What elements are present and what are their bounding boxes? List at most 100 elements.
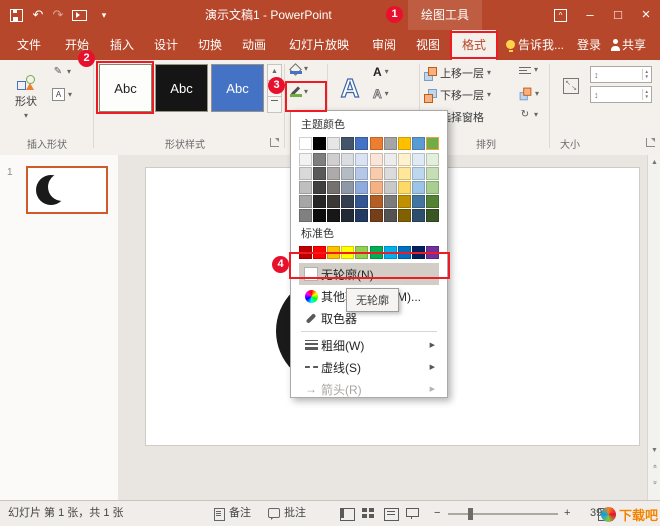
signin-button[interactable]: 登录 xyxy=(574,30,604,60)
shapes-button[interactable]: 形状 ▾ xyxy=(6,63,46,131)
tab-transitions[interactable]: 切换 xyxy=(190,30,230,60)
reading-view-button[interactable] xyxy=(384,508,399,521)
theme-color-variant-swatch[interactable] xyxy=(370,153,383,166)
theme-color-variant-swatch[interactable] xyxy=(398,195,411,208)
text-fill-button[interactable]: A ▾ xyxy=(373,66,389,78)
theme-color-variant-swatch[interactable] xyxy=(426,181,439,194)
theme-color-variant-swatch[interactable] xyxy=(341,167,354,180)
menu-item-weight[interactable]: 粗细(W) ▶ xyxy=(299,334,439,356)
theme-color-variant-swatch[interactable] xyxy=(341,209,354,222)
scroll-down-icon[interactable]: ▼ xyxy=(648,447,660,454)
theme-color-variant-swatch[interactable] xyxy=(355,209,368,222)
theme-color-variant-swatch[interactable] xyxy=(412,153,425,166)
vertical-scrollbar[interactable]: ▲ ▼ « » xyxy=(647,155,660,500)
theme-color-variant-swatch[interactable] xyxy=(313,167,326,180)
theme-color-swatch[interactable] xyxy=(426,137,439,150)
text-outline-button[interactable]: A ▾ xyxy=(373,88,389,100)
theme-color-variant-swatch[interactable] xyxy=(384,167,397,180)
theme-color-swatch[interactable] xyxy=(355,137,368,150)
theme-color-variant-swatch[interactable] xyxy=(384,209,397,222)
shape-style-thumb-2[interactable]: Abc xyxy=(155,64,208,112)
tab-slideshow[interactable]: 幻灯片放映 xyxy=(278,30,360,60)
theme-color-variant-swatch[interactable] xyxy=(327,153,340,166)
minimize-button[interactable]: – xyxy=(576,0,604,30)
theme-color-variant-swatch[interactable] xyxy=(370,209,383,222)
shape-styles-dialog-launcher[interactable] xyxy=(270,138,279,147)
tab-insert[interactable]: 插入 xyxy=(102,30,142,60)
theme-color-swatch[interactable] xyxy=(341,137,354,150)
theme-color-variant-swatch[interactable] xyxy=(370,181,383,194)
start-slideshow-icon[interactable] xyxy=(72,10,87,21)
shape-style-thumb-3[interactable]: Abc xyxy=(211,64,264,112)
shape-fill-button[interactable]: ▾ xyxy=(289,64,323,74)
theme-color-variant-swatch[interactable] xyxy=(412,167,425,180)
tab-file[interactable]: 文件 xyxy=(6,30,52,60)
theme-color-swatch[interactable] xyxy=(370,137,383,150)
height-field[interactable]: ↕ ▲▼ xyxy=(590,66,652,83)
tab-animations[interactable]: 动画 xyxy=(234,30,274,60)
theme-color-swatch[interactable] xyxy=(327,137,340,150)
theme-color-variant-swatch[interactable] xyxy=(313,153,326,166)
theme-color-variant-swatch[interactable] xyxy=(355,195,368,208)
customize-qat-icon[interactable]: ▾ xyxy=(94,0,114,30)
scroll-up-icon[interactable]: ▲ xyxy=(648,159,660,166)
theme-color-variant-swatch[interactable] xyxy=(355,181,368,194)
theme-color-variant-swatch[interactable] xyxy=(426,153,439,166)
theme-color-variant-swatch[interactable] xyxy=(299,167,312,180)
theme-color-variant-swatch[interactable] xyxy=(426,167,439,180)
theme-color-swatch[interactable] xyxy=(313,137,326,150)
theme-color-variant-swatch[interactable] xyxy=(313,209,326,222)
tab-design[interactable]: 设计 xyxy=(146,30,186,60)
theme-color-swatch[interactable] xyxy=(398,137,411,150)
theme-color-variant-swatch[interactable] xyxy=(313,195,326,208)
text-box-button[interactable]: A ▾ xyxy=(52,88,72,101)
theme-color-variant-swatch[interactable] xyxy=(327,195,340,208)
theme-color-swatch[interactable] xyxy=(299,137,312,150)
theme-color-variant-swatch[interactable] xyxy=(299,209,312,222)
theme-color-variant-swatch[interactable] xyxy=(370,195,383,208)
size-button[interactable]: ↖ ↘ xyxy=(555,64,587,108)
previous-slide-icon[interactable]: « xyxy=(651,460,658,473)
align-button[interactable]: ▾ xyxy=(519,65,538,76)
theme-color-variant-swatch[interactable] xyxy=(341,153,354,166)
comments-button[interactable]: 批注 xyxy=(284,501,306,526)
theme-color-variant-swatch[interactable] xyxy=(384,181,397,194)
theme-color-variant-swatch[interactable] xyxy=(412,209,425,222)
tellme-box[interactable]: 告诉我... xyxy=(518,30,572,60)
send-backward-button[interactable]: 下移一层 ▾ xyxy=(424,87,491,103)
close-button[interactable]: × xyxy=(632,0,660,30)
theme-color-variant-swatch[interactable] xyxy=(398,181,411,194)
normal-view-button[interactable] xyxy=(340,508,355,521)
bring-forward-button[interactable]: 上移一层 ▾ xyxy=(424,65,491,81)
theme-color-variant-swatch[interactable] xyxy=(341,195,354,208)
slide-sorter-view-button[interactable] xyxy=(362,508,375,519)
slide-thumbnail-1[interactable] xyxy=(26,166,108,214)
menu-item-dashes[interactable]: 虚线(S) ▶ xyxy=(299,356,439,378)
theme-color-variant-swatch[interactable] xyxy=(299,181,312,194)
theme-color-variant-swatch[interactable] xyxy=(313,181,326,194)
theme-color-variant-swatch[interactable] xyxy=(299,153,312,166)
ribbon-display-options-button[interactable]: ^ xyxy=(546,0,574,30)
theme-color-variant-swatch[interactable] xyxy=(327,181,340,194)
theme-color-variant-swatch[interactable] xyxy=(299,195,312,208)
theme-color-variant-swatch[interactable] xyxy=(341,181,354,194)
theme-color-variant-swatch[interactable] xyxy=(327,167,340,180)
theme-color-swatch[interactable] xyxy=(412,137,425,150)
tab-review[interactable]: 审阅 xyxy=(364,30,404,60)
size-dialog-launcher[interactable] xyxy=(646,138,655,147)
theme-color-variant-swatch[interactable] xyxy=(426,195,439,208)
theme-color-variant-swatch[interactable] xyxy=(355,153,368,166)
theme-color-variant-swatch[interactable] xyxy=(370,167,383,180)
gallery-more-button[interactable] xyxy=(267,96,282,113)
zoom-slider[interactable] xyxy=(448,513,558,515)
edit-shape-button[interactable]: ✎ ▾ xyxy=(52,66,71,78)
theme-color-variant-swatch[interactable] xyxy=(355,167,368,180)
group-objects-button[interactable]: ▾ xyxy=(519,87,539,100)
share-button[interactable]: 共享 xyxy=(622,30,654,60)
theme-color-variant-swatch[interactable] xyxy=(412,195,425,208)
notes-button[interactable]: 备注 xyxy=(229,501,251,526)
tab-view[interactable]: 视图 xyxy=(408,30,448,60)
next-slide-icon[interactable]: » xyxy=(651,476,658,489)
slideshow-view-button[interactable] xyxy=(406,508,419,519)
zoom-out-button[interactable]: − xyxy=(434,501,440,526)
